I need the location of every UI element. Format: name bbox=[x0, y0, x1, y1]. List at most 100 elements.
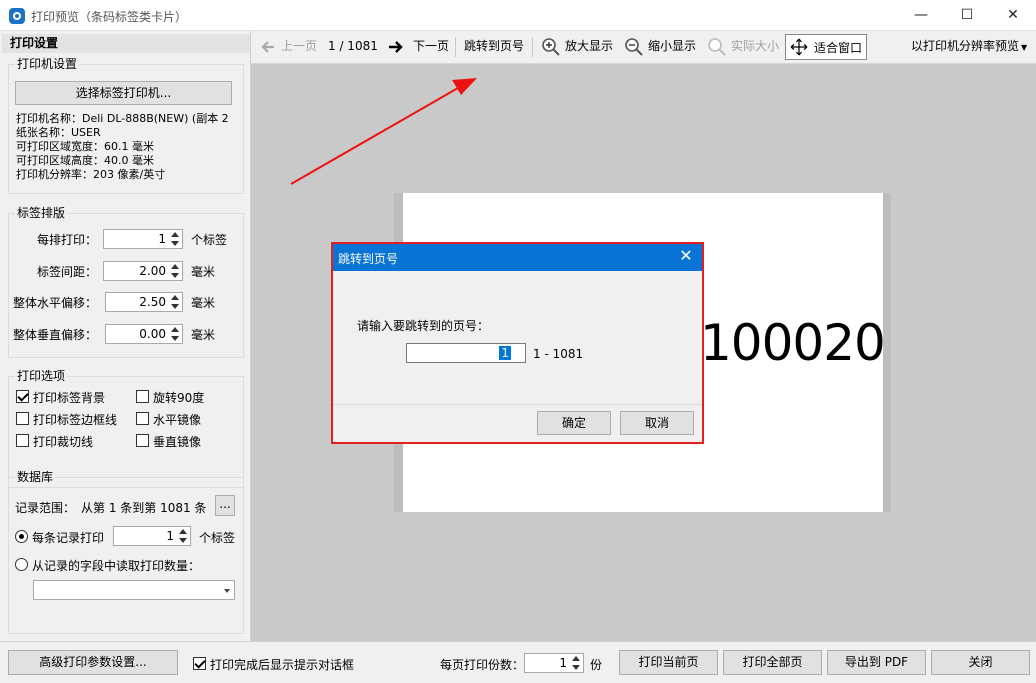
h-offset-unit: 毫米 bbox=[191, 296, 216, 310]
export-pdf-button[interactable]: 导出到 PDF bbox=[827, 650, 926, 675]
dpi-preview-dropdown[interactable]: 以打印机分辨率预览 ▼ bbox=[911, 31, 1027, 62]
page-number-input[interactable]: 1 bbox=[406, 343, 526, 363]
printable-height-info: 可打印区域高度：40.0 毫米 bbox=[16, 154, 154, 167]
preview-toolbar: 上一页 1 / 1081 下一页 跳转到页号 放大显示 缩小显示 实际大小 适合… bbox=[251, 31, 1036, 64]
next-page-button[interactable]: 下一页 bbox=[413, 31, 449, 62]
label-spacing-label: 标签间距： bbox=[37, 265, 98, 279]
per-record-stepper[interactable]: 1 bbox=[113, 526, 191, 546]
show-dialog-checkbox[interactable] bbox=[193, 657, 206, 670]
stepper-arrows-icon[interactable] bbox=[170, 327, 180, 341]
stepper-arrows-icon[interactable] bbox=[170, 232, 180, 246]
panel-header: 打印设置 bbox=[2, 34, 250, 53]
copies-label: 每页打印份数： bbox=[440, 658, 525, 672]
h-offset-label: 整体水平偏移： bbox=[13, 296, 98, 310]
close-button[interactable]: 关闭 bbox=[931, 650, 1030, 675]
label-spacing-unit: 毫米 bbox=[191, 265, 216, 279]
per-row-stepper[interactable]: 1 bbox=[103, 229, 183, 249]
printer-settings-group: 打印机设置 选择标签打印机... 打印机名称：Deli DL-888B(NEW)… bbox=[8, 57, 244, 194]
copies-unit: 份 bbox=[590, 658, 603, 672]
stepper-arrows-icon[interactable] bbox=[514, 346, 524, 360]
advanced-settings-button[interactable]: 高级打印参数设置... bbox=[8, 650, 178, 675]
database-group-title: 数据库 bbox=[15, 470, 56, 485]
from-field-label: 从记录的字段中读取打印数量： bbox=[32, 559, 201, 573]
minimize-button[interactable]: — bbox=[898, 0, 944, 31]
dialog-close-button[interactable]: ✕ bbox=[676, 246, 696, 265]
v-offset-unit: 毫米 bbox=[191, 328, 216, 342]
maximize-button[interactable]: ☐ bbox=[944, 0, 990, 31]
dialog-prompt: 请输入要跳转到的页号： bbox=[357, 319, 490, 333]
label-spacing-stepper[interactable]: 2.00 bbox=[103, 261, 183, 281]
zoom-in-button[interactable]: 放大显示 bbox=[565, 31, 613, 62]
title-bar: 打印预览（条码标签类卡片） — ☐ ✕ bbox=[0, 0, 1036, 31]
stepper-arrows-icon[interactable] bbox=[571, 656, 581, 670]
label-text: 100020 bbox=[700, 314, 886, 372]
fit-window-label: 适合窗口 bbox=[814, 41, 863, 55]
print-all-button[interactable]: 打印全部页 bbox=[723, 650, 822, 675]
per-row-label: 每排打印： bbox=[37, 233, 98, 247]
zoom-out-icon bbox=[625, 38, 643, 56]
page-number-value: 1 bbox=[499, 346, 511, 360]
h-offset-stepper[interactable]: 2.50 bbox=[105, 292, 183, 312]
record-range-value: 从第 1 条到第 1081 条 bbox=[81, 501, 207, 515]
h-mirror-label: 水平镜像 bbox=[153, 413, 202, 427]
record-range-button[interactable]: ... bbox=[215, 495, 235, 516]
printable-width-info: 可打印区域宽度：60.1 毫米 bbox=[16, 140, 154, 153]
dialog-body: 请输入要跳转到的页号： 1 1 - 1081 bbox=[333, 271, 702, 405]
h-mirror-checkbox[interactable] bbox=[136, 412, 149, 425]
stepper-arrows-icon[interactable] bbox=[178, 529, 188, 543]
stepper-arrows-icon[interactable] bbox=[170, 264, 180, 278]
dpi-preview-label: 以打印机分辨率预览 bbox=[911, 39, 1020, 53]
v-offset-label: 整体垂直偏移： bbox=[13, 328, 98, 342]
zoom-in-icon bbox=[542, 38, 560, 56]
v-mirror-label: 垂直镜像 bbox=[153, 435, 202, 449]
fit-window-button[interactable]: 适合窗口 bbox=[785, 34, 867, 60]
dialog-title-bar: 跳转到页号 ✕ bbox=[333, 244, 702, 271]
goto-page-button[interactable]: 跳转到页号 bbox=[464, 31, 524, 62]
print-settings-panel: 打印设置 打印机设置 选择标签打印机... 打印机名称：Deli DL-888B… bbox=[0, 31, 251, 641]
dialog-ok-button[interactable]: 确定 bbox=[537, 411, 611, 435]
paper-name-info: 纸张名称：USER bbox=[16, 126, 101, 139]
per-record-unit: 个标签 bbox=[199, 531, 236, 545]
bottom-action-bar: 高级打印参数设置... 打印完成后显示提示对话框 每页打印份数： 1 份 打印当… bbox=[0, 641, 1036, 683]
rotate-label: 旋转90度 bbox=[153, 391, 205, 405]
actual-size-button[interactable]: 实际大小 bbox=[731, 31, 779, 62]
field-select[interactable] bbox=[33, 580, 235, 600]
copies-stepper[interactable]: 1 bbox=[524, 653, 584, 673]
print-background-checkbox[interactable] bbox=[16, 390, 29, 403]
options-group-title: 打印选项 bbox=[15, 369, 68, 384]
page-range-label: 1 - 1081 bbox=[533, 347, 584, 361]
layout-group-title: 标签排版 bbox=[15, 206, 68, 221]
from-field-radio[interactable] bbox=[15, 558, 28, 571]
record-range-label: 记录范围： bbox=[15, 501, 76, 515]
window-title: 打印预览（条码标签类卡片） bbox=[31, 10, 188, 24]
v-mirror-checkbox[interactable] bbox=[136, 434, 149, 447]
printer-name-info: 打印机名称：Deli DL-888B(NEW) (副本 2 bbox=[16, 112, 229, 125]
toolbar-separator bbox=[455, 37, 456, 57]
per-record-radio[interactable] bbox=[15, 530, 28, 543]
dialog-title: 跳转到页号 bbox=[338, 252, 399, 266]
caret-down-icon: ▼ bbox=[1021, 43, 1028, 52]
close-window-button[interactable]: ✕ bbox=[990, 0, 1036, 31]
v-offset-stepper[interactable]: 0.00 bbox=[105, 324, 183, 344]
select-printer-button[interactable]: 选择标签打印机... bbox=[15, 81, 232, 105]
actual-size-icon bbox=[708, 38, 726, 56]
rotate-checkbox[interactable] bbox=[136, 390, 149, 403]
database-group: 数据库 记录范围： 从第 1 条到第 1081 条 ... 每条记录打印 1 个… bbox=[8, 470, 244, 634]
dialog-footer: 确定 取消 bbox=[333, 406, 702, 442]
print-cut-label: 打印裁切线 bbox=[33, 435, 94, 449]
print-background-label: 打印标签背景 bbox=[33, 391, 106, 405]
print-cut-checkbox[interactable] bbox=[16, 434, 29, 447]
print-border-checkbox[interactable] bbox=[16, 412, 29, 425]
printer-group-title: 打印机设置 bbox=[15, 57, 80, 72]
show-dialog-label: 打印完成后显示提示对话框 bbox=[210, 658, 355, 672]
fit-window-icon bbox=[790, 38, 808, 56]
arrow-left-icon bbox=[261, 41, 274, 53]
zoom-out-button[interactable]: 缩小显示 bbox=[648, 31, 696, 62]
prev-page-button[interactable]: 上一页 bbox=[281, 31, 317, 62]
printer-resolution-info: 打印机分辨率：203 像素/英寸 bbox=[16, 168, 166, 181]
dialog-cancel-button[interactable]: 取消 bbox=[620, 411, 694, 435]
page-indicator: 1 / 1081 bbox=[328, 39, 378, 53]
stepper-arrows-icon[interactable] bbox=[170, 295, 180, 309]
print-border-label: 打印标签边框线 bbox=[33, 413, 118, 427]
print-current-button[interactable]: 打印当前页 bbox=[619, 650, 718, 675]
